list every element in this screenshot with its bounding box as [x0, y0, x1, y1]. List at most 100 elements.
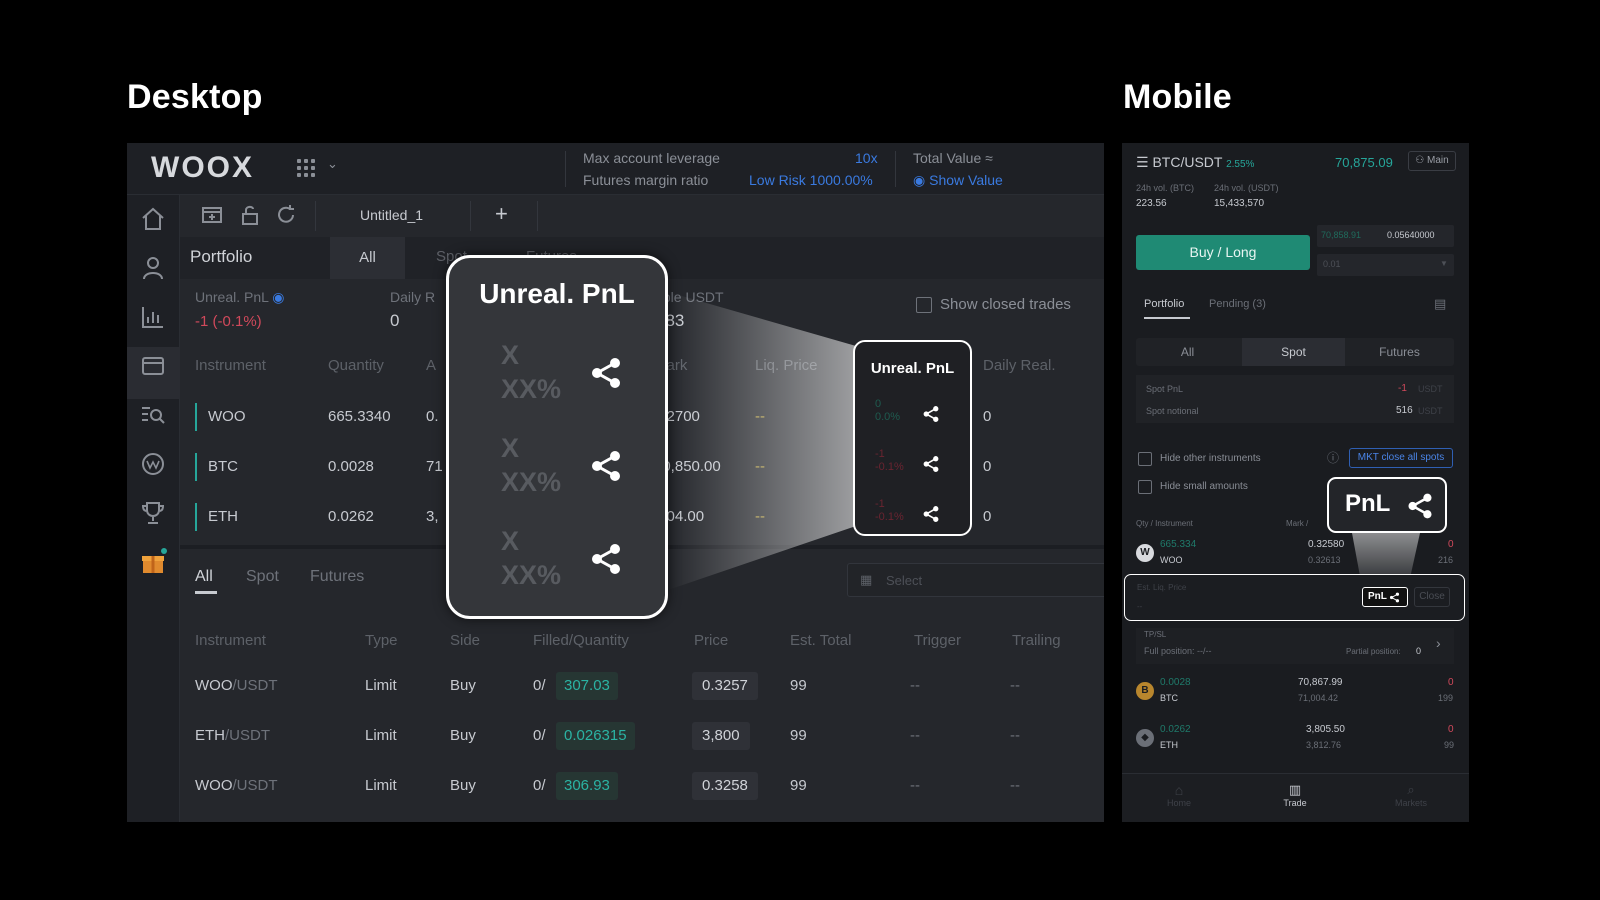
share-icon[interactable] — [589, 356, 623, 390]
table-row[interactable]: WOO/USDT Limit Buy 0/ 307.03 0.3257 99 -… — [180, 661, 1104, 711]
unreal-pnl-label: Unreal. PnL ◉ — [195, 289, 285, 305]
row-trailing: -- — [1010, 727, 1020, 744]
nav-trade[interactable]: ▥ Trade — [1268, 782, 1322, 808]
filter-select[interactable]: ▦ Select ▼ — [847, 563, 1104, 597]
refresh-icon[interactable] — [274, 203, 298, 227]
quantity-edit-field[interactable]: 306.93 — [556, 772, 618, 800]
row-filled: 0/ — [533, 677, 546, 694]
row-instrument: ETH/USDT — [195, 727, 270, 744]
price-edit-field[interactable]: 3,800 — [692, 722, 750, 750]
holding-row[interactable]: ◆ 0.0262 ETH 3,805.50 3,812.76 0 99 — [1122, 720, 1469, 758]
user-icon[interactable] — [139, 254, 167, 282]
orders-table: WOO/USDT Limit Buy 0/ 307.03 0.3257 99 -… — [180, 661, 1104, 811]
row-side: Buy — [450, 677, 476, 694]
home-icon[interactable] — [139, 205, 167, 233]
row-instrument: BTC — [208, 458, 238, 475]
orders-tab-spot[interactable]: Spot — [246, 568, 279, 586]
search-list-icon[interactable] — [139, 401, 167, 429]
row-total: 99 — [790, 777, 807, 794]
nav-home[interactable]: ⌂ Home — [1152, 782, 1206, 808]
row-filled: 0/ — [533, 727, 546, 744]
orders-tab-futures[interactable]: Futures — [310, 568, 364, 586]
share-icon[interactable] — [922, 455, 940, 473]
calendar-icon: ▦ — [860, 572, 873, 587]
pnl-value: -1 -0.1% — [875, 448, 904, 473]
table-row[interactable]: WOO/USDT Limit Buy 0/ 306.93 0.3258 99 -… — [180, 761, 1104, 811]
share-icon[interactable] — [922, 405, 940, 423]
row-quantity: 665.3340 — [328, 408, 391, 425]
top-bar: WOOX ⌄ Max account leverage 10x Futures … — [127, 143, 1104, 195]
show-closed-checkbox[interactable] — [916, 297, 932, 313]
holding-row[interactable]: B 0.0028 BTC 70,867.99 71,004.42 0 199 — [1122, 673, 1469, 711]
btc-coin-icon: B — [1136, 682, 1154, 700]
tpsl-partial-value: 0 — [1416, 646, 1422, 656]
sidebar — [127, 195, 180, 822]
quantity-edit-field[interactable]: 0.026315 — [556, 722, 635, 750]
row-instrument: ETH — [208, 508, 238, 525]
pnl-placeholder: X XX% — [501, 526, 562, 590]
orders-tab-all[interactable]: All — [195, 568, 213, 586]
apps-grid-icon[interactable] — [297, 159, 315, 177]
woox-logo[interactable]: WOOX — [151, 151, 254, 185]
row-liq: -- — [755, 408, 765, 425]
row-avg: 0. — [426, 408, 439, 425]
callout-title: Unreal. PnL — [870, 360, 955, 377]
daily-label: Daily R — [390, 289, 436, 305]
portfolio-title: Portfolio — [190, 247, 253, 266]
futures-margin-value: Low Risk 1000.00% — [749, 172, 873, 188]
holding-mark: 3,805.50 — [1306, 724, 1345, 735]
row-side: Buy — [450, 777, 476, 794]
chevron-right-icon: › — [1436, 635, 1441, 651]
share-icon[interactable] — [589, 542, 623, 576]
tpsl-row[interactable]: TP/SL Full position: --/-- Partial posit… — [1136, 628, 1454, 664]
price-edit-field[interactable]: 0.3257 — [692, 672, 758, 700]
quantity-edit-field[interactable]: 307.03 — [556, 672, 618, 700]
row-filled: 0/ — [533, 777, 546, 794]
select-placeholder: Select — [886, 573, 923, 588]
add-layout-button[interactable]: + — [495, 201, 508, 227]
active-tab-underline — [195, 591, 217, 594]
col-side: Side — [450, 632, 481, 649]
row-type: Limit — [365, 727, 397, 744]
wallet-icon[interactable] — [139, 352, 167, 380]
chart-icon[interactable] — [139, 303, 167, 331]
col-type: Type — [365, 632, 398, 649]
trophy-icon[interactable] — [139, 499, 167, 527]
row-type: Limit — [365, 777, 397, 794]
holding-value: 99 — [1444, 740, 1455, 750]
woo-token-icon[interactable] — [139, 450, 167, 478]
eye-icon: ◉ — [913, 172, 930, 188]
share-icon[interactable] — [922, 505, 940, 523]
show-closed-label: Show closed trades — [940, 296, 1071, 313]
holding-name: ETH — [1160, 740, 1178, 750]
add-window-icon[interactable] — [200, 203, 224, 227]
row-indicator — [195, 453, 197, 481]
search-list-icon: ⌕ — [1407, 782, 1415, 797]
unlock-icon[interactable] — [238, 203, 262, 227]
divider — [537, 201, 538, 231]
holding-mark: 70,867.99 — [1298, 677, 1343, 688]
layout-tab[interactable]: Untitled_1 — [360, 207, 423, 223]
divider — [315, 201, 316, 231]
row-quantity: 0.0028 — [328, 458, 374, 475]
row-trigger: -- — [910, 727, 920, 744]
col-instrument: Instrument — [195, 357, 266, 374]
row-side: Buy — [450, 727, 476, 744]
tab-all[interactable]: All — [330, 237, 405, 279]
share-icon[interactable] — [1406, 492, 1434, 520]
table-row[interactable]: ETH/USDT Limit Buy 0/ 0.026315 3,800 99 … — [180, 711, 1104, 761]
holding-avg: 71,004.42 — [1298, 693, 1339, 703]
chevron-down-icon[interactable]: ⌄ — [327, 156, 338, 172]
show-value-link[interactable]: ◉ Show Value — [913, 172, 1003, 189]
row-daily: 0 — [983, 508, 992, 525]
nav-markets[interactable]: ⌕ Markets — [1384, 782, 1438, 808]
tpsl-partial-label: Partial position: — [1346, 647, 1401, 656]
row-total: 99 — [790, 727, 807, 744]
close-position-button[interactable]: Close — [1414, 587, 1450, 607]
price-edit-field[interactable]: 0.3258 — [692, 772, 758, 800]
pnl-share-button[interactable]: PnL — [1362, 587, 1408, 607]
holding-name: BTC — [1160, 693, 1178, 703]
gift-icon[interactable] — [139, 548, 167, 576]
share-icon[interactable] — [589, 449, 623, 483]
col-quantity: Quantity — [328, 357, 384, 374]
